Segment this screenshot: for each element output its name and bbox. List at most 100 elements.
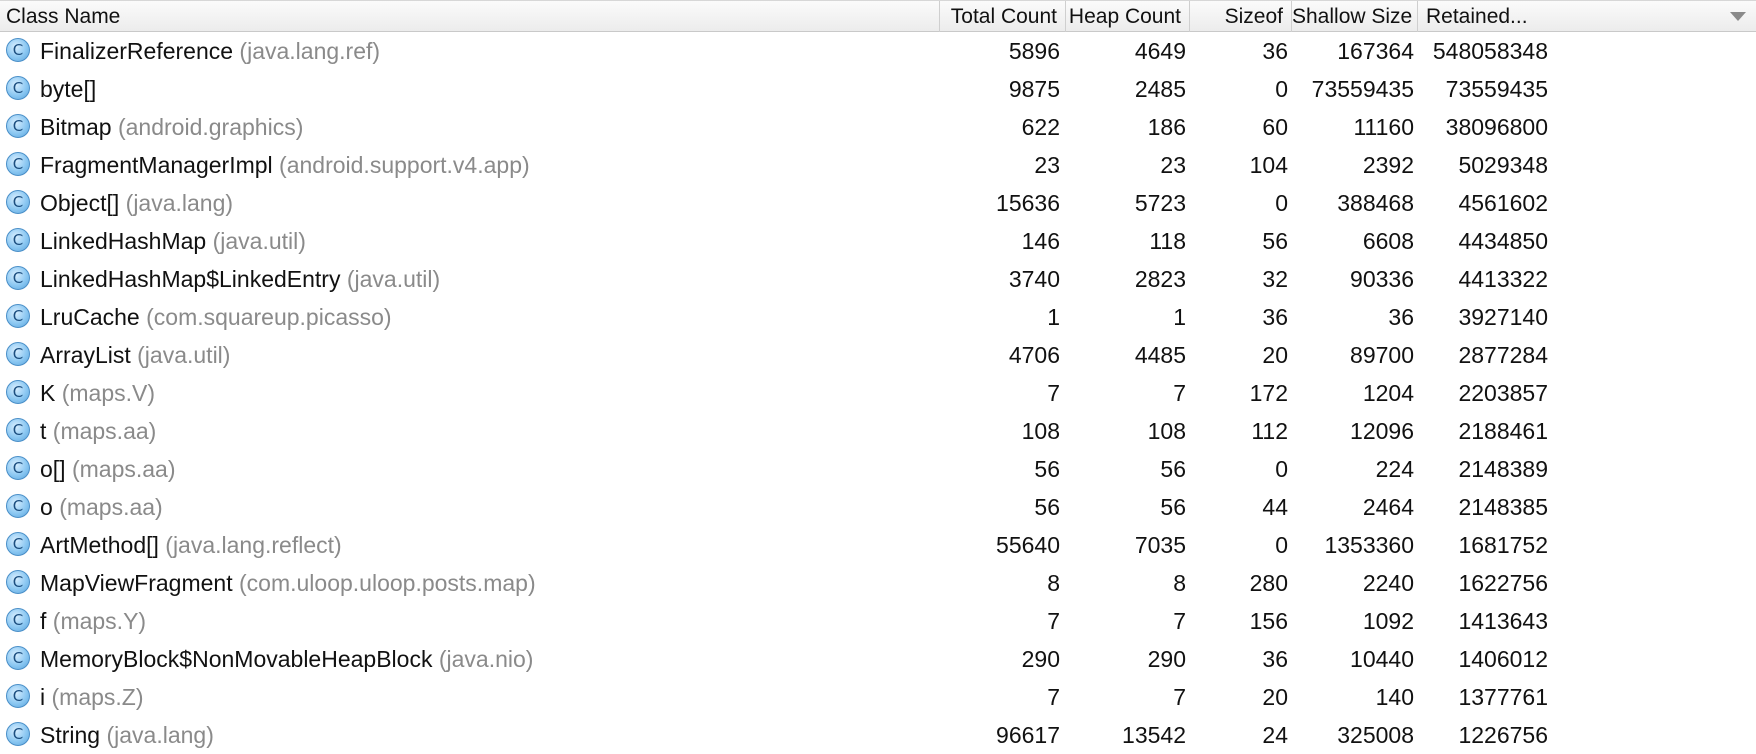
sizeof-cell: 36 — [1262, 646, 1288, 672]
retained-size-cell: 4413322 — [1458, 266, 1548, 292]
sizeof-cell: 60 — [1262, 114, 1288, 140]
package-name: (java.lang) — [125, 190, 234, 216]
class-name-text: byte[] — [40, 70, 96, 108]
shallow-size-cell: 11160 — [1353, 114, 1414, 140]
sizeof-cell: 0 — [1275, 456, 1288, 482]
retained-size-cell: 38096800 — [1445, 114, 1548, 140]
total-count-cell: 622 — [1021, 114, 1060, 140]
table-row[interactable]: Co[] (maps.aa) 56 56 0 224 2148389 — [0, 450, 1756, 488]
class-name-text: LinkedHashMap$LinkedEntry (java.util) — [40, 260, 440, 298]
class-name: MemoryBlock$NonMovableHeapBlock — [40, 646, 433, 672]
class-name: ArrayList — [40, 342, 131, 368]
class-icon: C — [6, 190, 30, 214]
retained-size-cell: 4434850 — [1458, 228, 1548, 254]
class-name-text: MemoryBlock$NonMovableHeapBlock (java.ni… — [40, 640, 533, 678]
retained-size-cell: 2877284 — [1458, 342, 1548, 368]
retained-size-cell: 1377761 — [1458, 684, 1548, 710]
sizeof-cell: 112 — [1251, 418, 1288, 444]
total-count-cell: 7 — [1047, 684, 1060, 710]
package-name: (maps.aa) — [52, 418, 157, 444]
table-row[interactable]: C Bitmap (android.graphics) 622 186 60 11160 3… — [0, 108, 1756, 146]
class-name-cell: Cf (maps.Y) — [0, 602, 1040, 640]
package-name: (java.util) — [212, 228, 306, 254]
class-name: FragmentManagerImpl — [40, 152, 273, 178]
retained-size-cell: 1622756 — [1458, 570, 1548, 596]
package-name: (java.lang.ref) — [239, 38, 381, 64]
table-row[interactable]: CK (maps.V) 7 7 172 1204 2203857 — [0, 374, 1756, 412]
sizeof-cell: 20 — [1262, 342, 1288, 368]
table-row[interactable]: C FinalizerReference (java.lang.ref) 5896 4… — [0, 32, 1756, 70]
table-row[interactable]: Cbyte[] 9875 2485 0 73559435 73559435 — [0, 70, 1756, 108]
package-name: (com.uloop.uloop.posts.map) — [239, 570, 536, 596]
total-count-cell: 56 — [1034, 494, 1060, 520]
class-name-text: o[] (maps.aa) — [40, 450, 176, 488]
shallow-size-cell: 2464 — [1362, 494, 1414, 520]
table-row[interactable]: C LruCache (com.squareup.picasso) 1 1 36 36 39… — [0, 298, 1756, 336]
class-name-cell: C K (maps.V) — [0, 374, 1040, 412]
class-name-cell: Ct (maps.aa) — [0, 412, 1040, 450]
table-row[interactable]: C MapViewFragment (com.uloop.uloop.posts.… — [0, 564, 1756, 602]
table-row[interactable]: Ct (maps.aa) 108 108 112 12096 2188461 — [0, 412, 1756, 450]
table-row[interactable]: Ci (maps.Z) 7 7 20 140 1377761 — [0, 678, 1756, 716]
class-name-cell: C LruCache (com.squareup.picasso) — [0, 298, 1040, 336]
shallow-size-cell: 2240 — [1362, 570, 1414, 596]
sizeof-cell: 32 — [1262, 266, 1288, 292]
sizeof-cell: 20 — [1262, 684, 1288, 710]
package-name: (maps.aa) — [59, 494, 163, 520]
class-name-cell: C MemoryBlock$NonMovableHeapBlock (java.n… — [0, 640, 1040, 678]
column-header-shallow-size[interactable]: Shallow Size — [1292, 1, 1418, 32]
class-name: o — [40, 494, 53, 520]
total-count-cell: 290 — [1021, 646, 1060, 672]
shallow-size-cell: 89700 — [1350, 342, 1414, 368]
class-name-cell: C LinkedHashMap$LinkedEntry (java.util) — [0, 260, 1040, 298]
sort-descending-icon[interactable] — [1730, 12, 1746, 21]
sizeof-cell: 104 — [1249, 152, 1288, 178]
heap-count-cell: 13542 — [1122, 722, 1186, 748]
class-icon: C — [6, 608, 30, 632]
column-header-class-name[interactable]: Class Name — [0, 1, 940, 32]
table-row[interactable]: C String (java.lang) 96617 13542 24 325008 122… — [0, 716, 1756, 754]
heap-count-cell: 8 — [1173, 570, 1186, 596]
heap-count-cell: 186 — [1147, 114, 1186, 140]
table-row[interactable]: C LinkedHashMap$LinkedEntry (java.util) 37… — [0, 260, 1756, 298]
total-count-cell: 23 — [1034, 152, 1060, 178]
column-header-total-count[interactable]: Total Count — [940, 1, 1066, 32]
class-name-cell: C MapViewFragment (com.uloop.uloop.posts.… — [0, 564, 1040, 602]
class-name-text: f (maps.Y) — [40, 602, 146, 640]
total-count-cell: 4706 — [1008, 342, 1060, 368]
sizeof-cell: 56 — [1262, 228, 1288, 254]
column-header-retained[interactable]: Retained... — [1418, 1, 1756, 32]
class-name-text: o (maps.aa) — [40, 488, 163, 526]
table-row[interactable]: C FragmentManagerImpl (android.support.v4… — [0, 146, 1756, 184]
table-row[interactable]: Co (maps.aa) 56 56 44 2464 2148385 — [0, 488, 1756, 526]
class-name-cell: Cbyte[] — [0, 70, 1040, 108]
heap-count-cell: 7 — [1173, 684, 1186, 710]
table-row[interactable]: C LinkedHashMap (java.util) 146 118 56 6608 44… — [0, 222, 1756, 260]
package-name: (java.util) — [346, 266, 441, 292]
column-header-heap-count[interactable]: Heap Count — [1066, 1, 1190, 32]
table-row[interactable]: C MemoryBlock$NonMovableHeapBlock (java.n… — [0, 640, 1756, 678]
table-row[interactable]: C Object[] (java.lang) 15636 5723 0 388468 456… — [0, 184, 1756, 222]
retained-size-cell: 2148389 — [1458, 456, 1548, 482]
class-icon: C — [6, 380, 30, 404]
table-row[interactable]: C ArrayList (java.util) 4706 4485 20 89700 287… — [0, 336, 1756, 374]
class-icon: C — [6, 342, 30, 366]
package-name: (com.squareup.picasso) — [146, 304, 392, 330]
table-row[interactable]: C ArtMethod[] (java.lang.reflect) 55640 703… — [0, 526, 1756, 564]
table-row[interactable]: Cf (maps.Y) 7 7 156 1092 1413643 — [0, 602, 1756, 640]
sizeof-cell: 172 — [1249, 380, 1288, 406]
package-name: (java.lang) — [106, 722, 214, 748]
package-name: (java.util) — [137, 342, 231, 368]
class-name-cell: C Object[] (java.lang) — [0, 184, 1040, 222]
retained-size-cell: 1681752 — [1458, 532, 1548, 558]
total-count-cell: 7 — [1047, 608, 1060, 634]
class-icon: C — [6, 570, 30, 594]
table-header: Class Name Total Count Heap Count Sizeof… — [0, 0, 1756, 32]
heap-count-cell: 7 — [1173, 380, 1186, 406]
column-header-retained-label: Retained... — [1426, 5, 1528, 28]
class-name-text: String (java.lang) — [40, 716, 214, 754]
class-name-text: K (maps.V) — [40, 374, 155, 412]
column-header-sizeof[interactable]: Sizeof — [1190, 1, 1292, 32]
class-name: t — [40, 418, 47, 444]
total-count-cell: 8 — [1047, 570, 1060, 596]
